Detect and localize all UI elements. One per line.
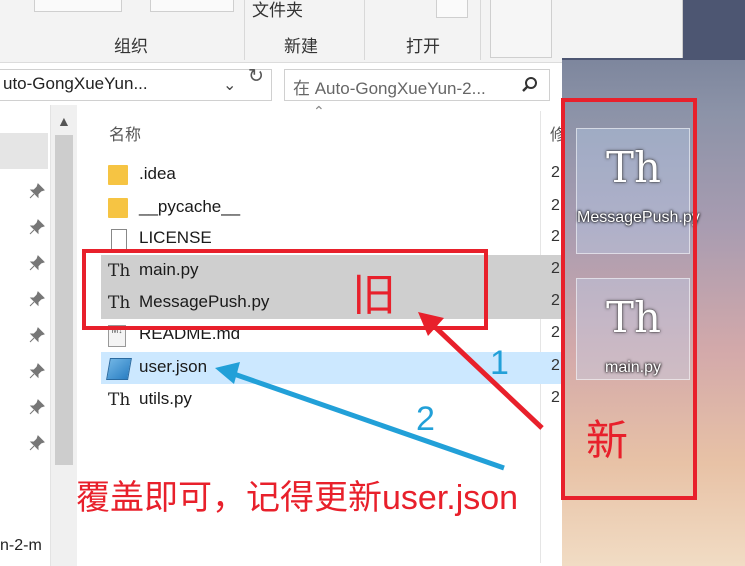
- annotation-caption: 覆盖即可，记得更新user.json: [76, 479, 519, 517]
- red-arrow: [418, 312, 544, 430]
- screenshot: 文件夹 组织 新建 打开 uto-GongXueYun... ⌄ ↻ 在 Aut…: [0, 0, 745, 566]
- annotation-number-1: 1: [490, 344, 509, 382]
- blue-arrow: [215, 362, 505, 471]
- annotation-number-2: 2: [416, 400, 435, 438]
- annotation-new: 新: [586, 417, 629, 464]
- annotation-old: 旧: [352, 271, 396, 320]
